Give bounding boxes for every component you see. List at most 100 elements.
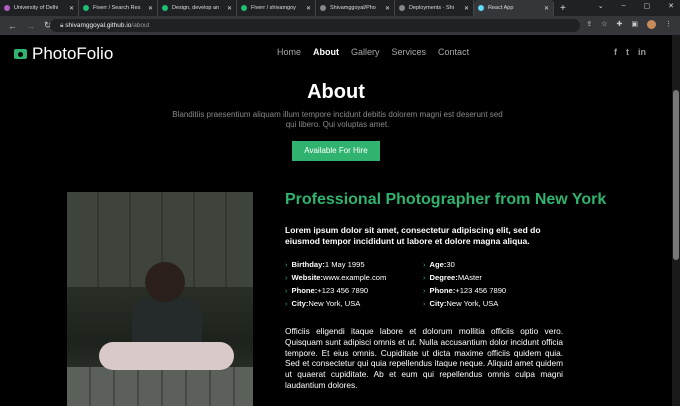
close-window-button[interactable]: ✕ (668, 2, 674, 10)
page: PhotoFolio Home About Gallery Services Conta… (0, 35, 672, 406)
scrollbar-thumb[interactable] (673, 90, 679, 260)
logo-text: PhotoFolio (32, 44, 114, 63)
detail-item: › Website:www.example.com (285, 273, 423, 282)
nav-home[interactable]: Home (277, 47, 301, 57)
page-title: About (307, 81, 365, 103)
detail-key: City: (429, 299, 447, 308)
url-path: /about (131, 22, 150, 29)
chevron-right-icon: › (423, 273, 426, 282)
browser-tab[interactable]: Design, develop an ✕ (158, 0, 237, 16)
close-tab-icon[interactable]: ✕ (544, 5, 549, 12)
detail-value: MAster (457, 273, 482, 282)
chevron-right-icon: › (423, 260, 426, 269)
close-tab-icon[interactable]: ✕ (69, 5, 74, 12)
chevron-right-icon: › (423, 299, 426, 308)
profile-avatar[interactable] (647, 20, 656, 29)
social-links: f t in (614, 47, 646, 57)
detail-key: Age: (429, 260, 447, 269)
about-intro: Lorem ipsum dolor sit amet, consectetur … (285, 225, 541, 246)
nav-services[interactable]: Services (392, 47, 427, 57)
twitter-icon[interactable]: t (626, 47, 629, 57)
available-for-hire-button[interactable]: Available For Hire (292, 141, 380, 161)
forward-icon[interactable]: → (26, 21, 36, 31)
detail-key: Phone: (429, 286, 456, 295)
detail-value: 1 May 1995 (324, 260, 365, 269)
detail-value: 30 (446, 260, 455, 269)
logo[interactable]: PhotoFolio (14, 44, 113, 64)
detail-key: Website: (291, 273, 324, 282)
linkedin-icon[interactable]: in (638, 47, 646, 57)
tab-label: Fiverr / shivamgoy (251, 5, 296, 11)
detail-key: Birthday: (291, 260, 325, 269)
browser-tab[interactable]: University of Delhi ✕ (0, 0, 79, 16)
url-input[interactable]: 🔒︎ shivamggoyal.github.io/about (50, 19, 580, 32)
bookmark-star-icon[interactable]: ☆ (601, 20, 607, 29)
main-nav: Home About Gallery Services Contact (277, 47, 469, 57)
share-icon[interactable]: ⇪ (586, 20, 592, 29)
chevron-right-icon: › (285, 286, 288, 295)
new-tab-button[interactable]: + (560, 3, 566, 14)
facebook-icon[interactable]: f (614, 47, 617, 57)
nav-about[interactable]: About (313, 47, 339, 57)
details-list: › Birthday:1 May 1995 › Age:30 › Website:www.… (285, 260, 565, 308)
close-tab-icon[interactable]: ✕ (464, 5, 469, 12)
favicon-icon (320, 5, 326, 11)
detail-item: › Birthday:1 May 1995 (285, 260, 423, 269)
detail-item: › Phone:+123 456 7890 (423, 286, 563, 295)
tab-label: React App (488, 5, 514, 11)
address-bar: ← → ↻ 🔒︎ shivamggoyal.github.io/about ⇪ ☆… (0, 16, 680, 35)
close-tab-icon[interactable]: ✕ (227, 5, 232, 12)
detail-item: › Age:30 (423, 260, 563, 269)
detail-item: › City:New York, USA (423, 299, 563, 308)
browser-tab[interactable]: Shivamggoyal/Pho ✕ (316, 0, 395, 16)
browser-tab[interactable]: React App ✕ (474, 0, 554, 16)
photographer-photo (67, 192, 253, 406)
favicon-icon (83, 5, 89, 11)
sidepanel-icon[interactable]: ▣ (631, 20, 638, 29)
page-subtitle: Blanditiis praesentium aliquam illum tem… (172, 110, 503, 129)
tab-label: Design, develop an (172, 5, 220, 11)
favicon-icon (241, 5, 247, 11)
detail-value: New York, USA (446, 299, 499, 308)
chevron-right-icon: › (285, 273, 288, 282)
tab-search-icon[interactable]: ⌄ (598, 2, 604, 10)
scrollbar[interactable] (672, 35, 680, 406)
detail-item: › Degree:MAster (423, 273, 563, 282)
tab-label: Deployments · Shi (409, 5, 454, 11)
tab-label: Shivamggoyal/Pho (330, 5, 376, 11)
detail-key: Degree: (429, 273, 458, 282)
back-icon[interactable]: ← (8, 21, 18, 31)
url-host: shivamggoyal.github.io (65, 22, 132, 29)
menu-icon[interactable]: ⋮ (665, 20, 672, 29)
detail-item: › Phone:+123 456 7890 (285, 286, 423, 295)
maximize-button[interactable]: ▢ (644, 2, 651, 10)
favicon-icon (399, 5, 405, 11)
favicon-icon (162, 5, 168, 11)
nav-gallery[interactable]: Gallery (351, 47, 380, 57)
nav-contact[interactable]: Contact (438, 47, 469, 57)
detail-value: www.example.com (323, 273, 387, 282)
extensions-icon[interactable]: ✚ (617, 20, 623, 29)
minimize-button[interactable]: – (622, 2, 626, 10)
tab-label: Fiverr / Search Res (93, 5, 141, 11)
browser-tab[interactable]: Fiverr / Search Res ✕ (79, 0, 158, 16)
browser-tab[interactable]: Fiverr / shivamgoy ✕ (237, 0, 316, 16)
browser-tab[interactable]: Deployments · Shi ✕ (395, 0, 474, 16)
chevron-right-icon: › (285, 260, 288, 269)
detail-key: City: (291, 299, 309, 308)
tab-bar: University of Delhi ✕ Fiverr / Search Res ✕… (0, 0, 680, 16)
detail-value: +123 456 7890 (455, 286, 507, 295)
detail-key: Phone: (291, 286, 318, 295)
favicon-icon (4, 5, 10, 11)
chevron-right-icon: › (423, 286, 426, 295)
close-tab-icon[interactable]: ✕ (385, 5, 390, 12)
camera-icon (14, 49, 27, 59)
about-heading: Professional Photographer from New York (285, 191, 607, 208)
detail-value: +123 456 7890 (317, 286, 369, 295)
tab-label: University of Delhi (14, 5, 59, 11)
chevron-right-icon: › (285, 299, 288, 308)
close-tab-icon[interactable]: ✕ (306, 5, 311, 12)
detail-value: New York, USA (308, 299, 361, 308)
close-tab-icon[interactable]: ✕ (148, 5, 153, 12)
favicon-icon (478, 5, 484, 11)
